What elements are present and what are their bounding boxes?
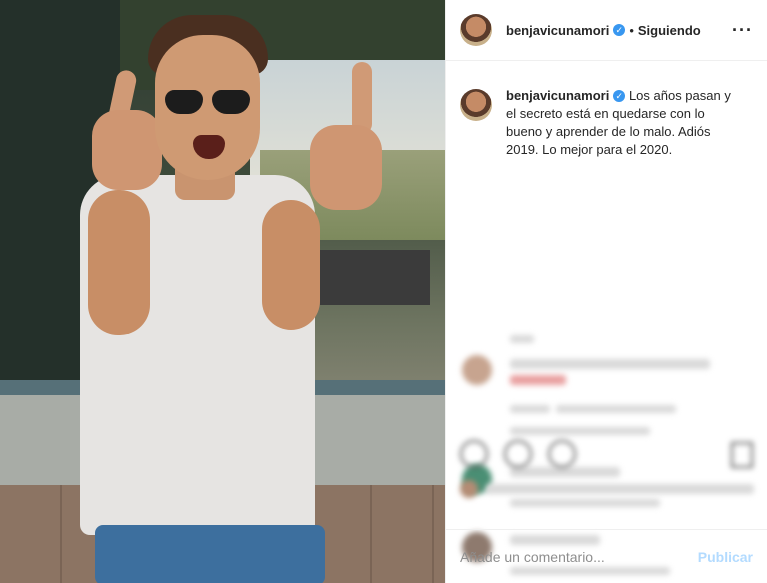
avatar[interactable] xyxy=(460,14,492,46)
share-icon[interactable] xyxy=(548,440,576,468)
person-arm-right xyxy=(262,200,320,330)
person-hand-left xyxy=(92,110,162,190)
publish-button[interactable]: Publicar xyxy=(698,549,753,565)
likes-summary xyxy=(460,478,754,498)
post-actions xyxy=(460,440,576,468)
caption-avatar[interactable] xyxy=(460,89,492,121)
person-jeans xyxy=(95,525,325,583)
bookmark-icon[interactable] xyxy=(731,442,753,468)
comment-icon[interactable] xyxy=(504,440,532,468)
verified-badge-icon: ✓ xyxy=(613,24,626,36)
verified-badge-icon: ✓ xyxy=(613,90,626,102)
comment-box: Añade un comentario... Publicar xyxy=(446,529,767,583)
separator-dot: • xyxy=(629,22,634,38)
post-photo[interactable] xyxy=(0,0,445,583)
person-hand-right xyxy=(310,125,382,210)
caption: benjavicunamori ✓ Los años pasan y el sec… xyxy=(446,61,767,159)
side-panel: benjavicunamori ✓ • Siguiendo ··· benjav… xyxy=(445,0,767,583)
sunglasses xyxy=(165,90,250,116)
post-modal: benjavicunamori ✓ • Siguiendo ··· benjav… xyxy=(0,0,767,583)
person-arm-left xyxy=(88,190,150,335)
post-header: benjavicunamori ✓ • Siguiendo ··· xyxy=(446,0,767,61)
person-finger-right xyxy=(352,62,372,134)
background-bench xyxy=(320,250,430,305)
following-button[interactable]: Siguiendo xyxy=(638,23,701,38)
caption-text: benjavicunamori ✓ Los años pasan y el sec… xyxy=(506,87,741,159)
comment-input[interactable]: Añade un comentario... xyxy=(460,549,605,565)
username-link[interactable]: benjavicunamori xyxy=(506,23,609,38)
more-options-icon[interactable]: ··· xyxy=(732,20,753,41)
heart-icon[interactable] xyxy=(460,440,488,468)
caption-username[interactable]: benjavicunamori xyxy=(506,88,609,103)
